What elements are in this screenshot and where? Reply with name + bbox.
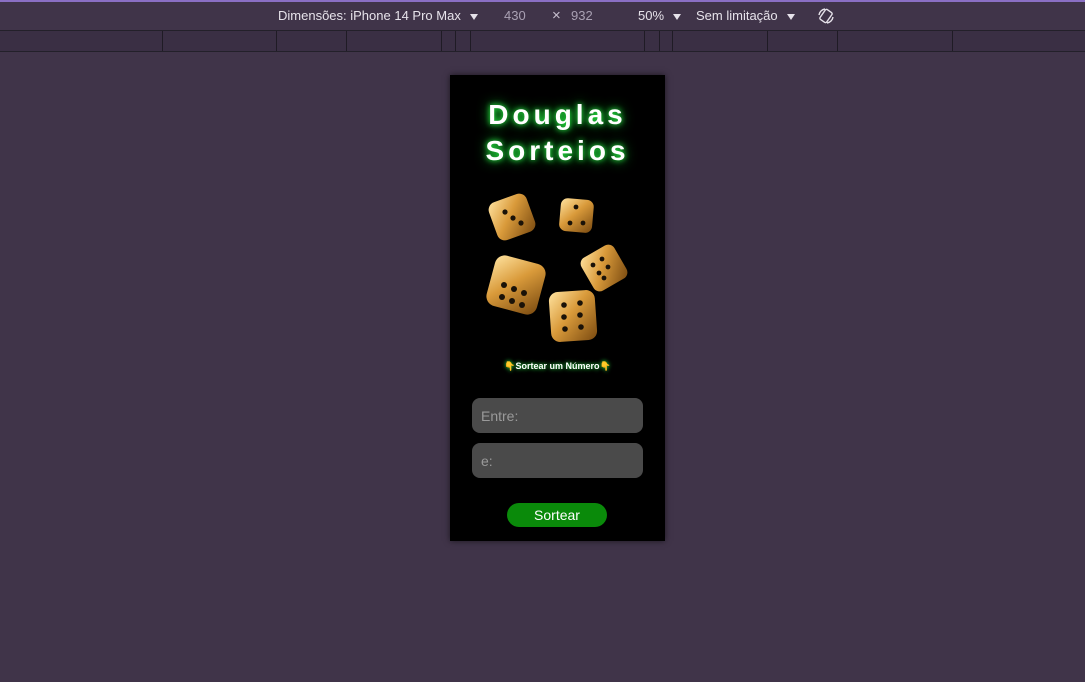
sortear-button[interactable]: Sortear	[507, 503, 607, 527]
media-query-ruler	[0, 30, 1085, 52]
throttle-selector[interactable]: Sem limitação	[696, 8, 795, 23]
dice-image	[486, 193, 628, 342]
device-selector[interactable]: Dimensões: iPhone 14 Pro Max	[278, 8, 478, 23]
chevron-down-icon	[786, 13, 795, 20]
width-input[interactable]: 430	[504, 8, 526, 23]
zoom-label: 50%	[638, 8, 665, 23]
device-viewport: Douglas Sorteios 👇Sortear um Número👇 Ent…	[450, 75, 665, 541]
rotate-icon[interactable]	[816, 6, 836, 26]
die-4	[486, 255, 546, 315]
title-line-2: Sorteios	[485, 135, 630, 166]
device-label: Dimensões: iPhone 14 Pro Max	[278, 8, 461, 23]
die-1	[488, 193, 536, 241]
height-input[interactable]: 932	[571, 8, 593, 23]
subtitle: 👇Sortear um Número👇	[504, 361, 611, 371]
dimension-separator: ×	[552, 7, 561, 24]
throttle-label: Sem limitação	[696, 8, 778, 23]
start-number-input[interactable]	[472, 398, 643, 433]
die-5	[548, 290, 598, 342]
page-title: Douglas Sorteios	[450, 97, 665, 169]
chevron-down-icon	[673, 13, 682, 20]
chevron-down-icon	[469, 13, 478, 20]
zoom-selector[interactable]: 50%	[638, 8, 682, 23]
die-2	[559, 198, 594, 233]
responsive-toolbar: Dimensões: iPhone 14 Pro Max 430 × 932 5…	[0, 0, 1085, 30]
end-number-input[interactable]	[472, 443, 643, 478]
die-3	[580, 244, 628, 292]
title-line-1: Douglas	[488, 99, 627, 130]
